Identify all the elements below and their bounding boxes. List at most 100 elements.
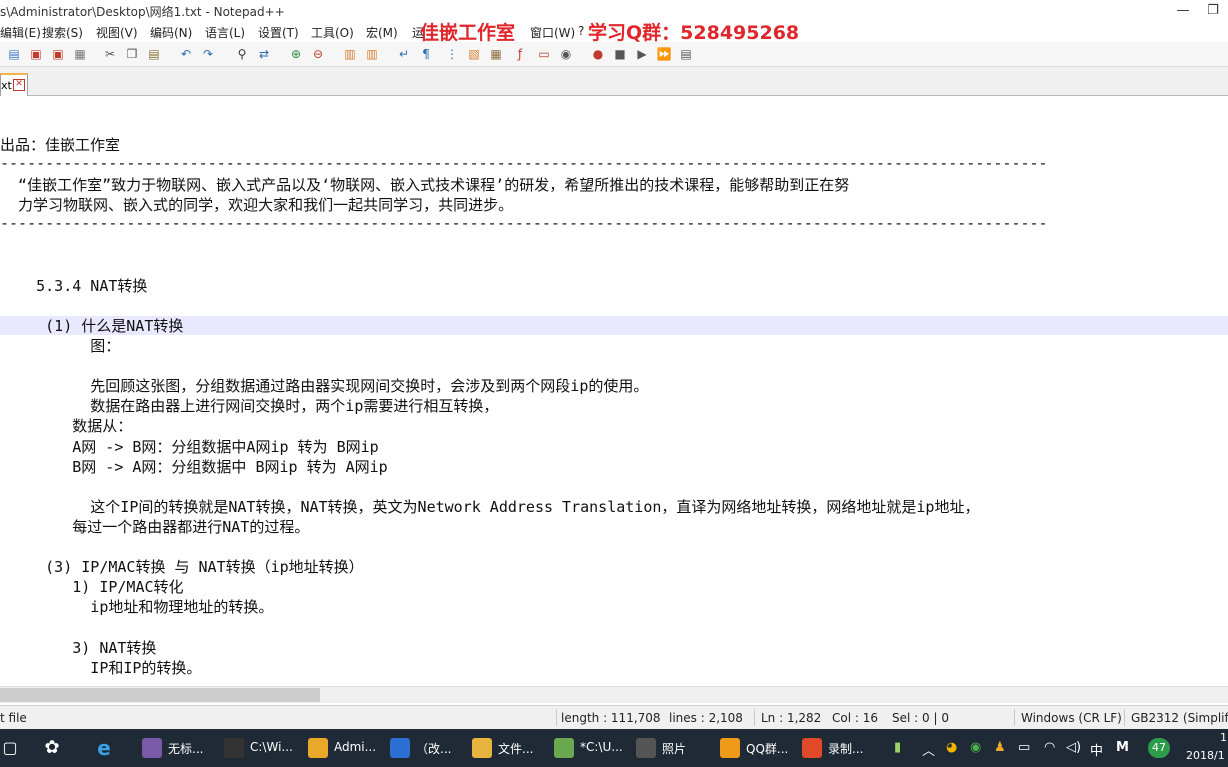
taskbar-app-label: 照片 xyxy=(662,742,687,756)
open-file-icon[interactable]: ▣ xyxy=(28,46,44,62)
find-icon[interactable]: ⚲ xyxy=(234,46,250,62)
editor-line: 这个IP间的转换就是NAT转换，NAT转换，英文为Network Address… xyxy=(0,497,980,516)
menu-window[interactable]: 窗口(W) xyxy=(530,24,575,41)
editor-line: 1) IP/MAC转化 xyxy=(0,578,184,597)
save-macro-icon[interactable]: ▤ xyxy=(678,46,694,62)
doc-map-icon[interactable]: ▦ xyxy=(488,46,504,62)
menu-macro[interactable]: 宏(M) xyxy=(366,24,398,41)
tab-file[interactable]: xt ✕ xyxy=(0,73,28,96)
taskbar-app-label: 录制... xyxy=(828,742,864,756)
menu-encoding[interactable]: 编码(N) xyxy=(150,24,192,41)
battery-icon[interactable]: ▮ xyxy=(894,740,901,755)
menu-language[interactable]: 语言(L) xyxy=(205,24,245,41)
taskbar-app-label: *C:\U... xyxy=(580,740,623,754)
menu-settings[interactable]: 设置(T) xyxy=(258,24,299,41)
paste-icon[interactable]: ▤ xyxy=(146,46,162,62)
indent-guide-icon[interactable]: ⋮ xyxy=(444,46,460,62)
toolbar: ▤ ▣ ▣ ▦ ✂ ❐ ▤ ↶ ↷ ⚲ ⇄ ⊕ ⊖ ▥ ▥ ↵ ¶ ⋮ ▧ ▦ … xyxy=(0,42,1228,67)
clock-time[interactable]: 1 xyxy=(1220,731,1227,744)
recorder-icon xyxy=(802,738,822,758)
taskbar-app-label: （改... xyxy=(416,742,452,756)
editor-line: 先回顾这张图，分组数据通过路由器实现网间交换时，会涉及到两个网段ip的使用。 xyxy=(0,377,649,396)
zoom-in-icon[interactable]: ⊕ xyxy=(288,46,304,62)
taskbar-app-label: QQ群... xyxy=(746,742,789,756)
current-line-highlight xyxy=(0,316,1228,335)
record-macro-icon[interactable]: ● xyxy=(590,46,606,62)
task-view-icon[interactable]: ✿ xyxy=(42,738,62,758)
taskbar-app-button[interactable]: 文件... xyxy=(470,729,548,767)
new-file-icon[interactable]: ▤ xyxy=(6,46,22,62)
menu-view[interactable]: 视图(V) xyxy=(96,24,138,41)
taskbar-app-button[interactable]: Admi... xyxy=(306,729,384,767)
start-icon[interactable]: ▢ xyxy=(0,738,20,758)
editor-line: IP和IP的转换。 xyxy=(0,658,202,677)
taskbar-app-button[interactable]: 照片 xyxy=(634,729,712,767)
menu-search[interactable]: 搜索(S) xyxy=(42,24,83,41)
zoom-out-icon[interactable]: ⊖ xyxy=(310,46,326,62)
udl-icon[interactable]: ▧ xyxy=(466,46,482,62)
menu-help[interactable]: ? xyxy=(578,24,584,38)
wifi-icon[interactable]: ◠ xyxy=(1044,740,1055,755)
status-bar: t file length : 111,708 lines : 2,108 Ln… xyxy=(0,705,1228,729)
word-wrap-icon[interactable]: ↵ xyxy=(396,46,412,62)
restore-button[interactable]: ❐ xyxy=(1198,2,1228,20)
editor-line: 数据在路由器上进行网间交换时，两个ip需要进行相互转换， xyxy=(0,397,499,416)
redo-icon[interactable]: ↷ xyxy=(200,46,216,62)
function-list-icon[interactable]: ƒ xyxy=(512,46,528,62)
editor-line: ----------------------------------------… xyxy=(0,154,1048,173)
wechat-icon[interactable]: ◉ xyxy=(970,740,981,755)
status-encoding: GB2312 (Simplifie xyxy=(1131,711,1228,725)
save-icon[interactable]: ▣ xyxy=(50,46,66,62)
qq-tray-icon[interactable]: ♟ xyxy=(994,740,1006,755)
sync-vertical-icon[interactable]: ▥ xyxy=(342,46,358,62)
notepadpp-icon xyxy=(554,738,574,758)
taskbar-app-button[interactable]: C:\Wi... xyxy=(222,729,300,767)
tray-expand-icon[interactable]: ︿ xyxy=(922,740,935,759)
tab-close-icon[interactable]: ✕ xyxy=(13,79,25,91)
close-file-icon[interactable]: ▦ xyxy=(72,46,88,62)
status-length: length : 111,708 xyxy=(561,711,661,725)
editor-line: B网 -> A网：分组数据中 B网ip 转为 A网ip xyxy=(0,457,388,476)
taskbar-app-button[interactable]: 录制... xyxy=(800,729,878,767)
notification-badge[interactable]: 47 xyxy=(1148,738,1170,758)
cmd-icon xyxy=(224,738,244,758)
status-divider xyxy=(1124,709,1125,726)
status-ln: Ln : 1,282 xyxy=(761,711,822,725)
watermark-studio: 佳嵌工作室 xyxy=(420,22,516,44)
edge-icon[interactable]: e xyxy=(94,738,114,758)
undo-icon[interactable]: ↶ xyxy=(178,46,194,62)
editor-line: ip地址和物理地址的转换。 xyxy=(0,598,274,617)
text-editor[interactable]: 出品：佳嵌工作室 --------------------------------… xyxy=(0,96,1228,686)
play-macro-icon[interactable]: ▶ xyxy=(634,46,650,62)
cut-icon[interactable]: ✂ xyxy=(102,46,118,62)
volume-icon[interactable]: ◁) xyxy=(1066,740,1081,755)
editor-line: A网 -> B网：分组数据中A网ip 转为 B网ip xyxy=(0,437,379,456)
show-all-chars-icon[interactable]: ¶ xyxy=(418,46,434,62)
taskbar-app-button[interactable]: *C:\U... xyxy=(552,729,630,767)
editor-line: “佳嵌工作室”致力于物联网、嵌入式产品以及‘物联网、嵌入式技术课程’的研发，希望… xyxy=(0,176,850,195)
horizontal-scrollbar[interactable] xyxy=(0,686,1228,703)
taskbar-app-button[interactable]: 无标... xyxy=(140,729,218,767)
taskbar-app-button[interactable]: QQ群... xyxy=(718,729,796,767)
folder-icon xyxy=(472,738,492,758)
keyboard-icon[interactable]: ▭ xyxy=(1018,740,1030,755)
status-sel: Sel : 0 | 0 xyxy=(892,711,949,725)
stop-macro-icon[interactable]: ■ xyxy=(612,46,628,62)
minimize-button[interactable]: — xyxy=(1168,2,1198,20)
monitoring-icon[interactable]: ◉ xyxy=(558,46,574,62)
replace-icon[interactable]: ⇄ xyxy=(256,46,272,62)
copy-icon[interactable]: ❐ xyxy=(124,46,140,62)
scrollbar-thumb[interactable] xyxy=(0,688,320,702)
ime-mode-indicator[interactable]: M xyxy=(1116,740,1129,755)
ime-indicator[interactable]: 中 xyxy=(1090,740,1103,759)
status-divider xyxy=(556,709,557,726)
run-macro-multiple-icon[interactable]: ⏩ xyxy=(656,46,672,62)
chrome-icon[interactable]: ◕ xyxy=(946,740,957,755)
menu-tools[interactable]: 工具(O) xyxy=(311,24,354,41)
taskbar-app-button[interactable]: （改... xyxy=(388,729,466,767)
sync-horizontal-icon[interactable]: ▥ xyxy=(364,46,380,62)
clock-date[interactable]: 2018/1 xyxy=(1186,749,1225,762)
taskbar-app-label: Admi... xyxy=(334,740,377,754)
menu-edit[interactable]: 编辑(E) xyxy=(0,24,41,41)
folder-workspace-icon[interactable]: ▭ xyxy=(536,46,552,62)
